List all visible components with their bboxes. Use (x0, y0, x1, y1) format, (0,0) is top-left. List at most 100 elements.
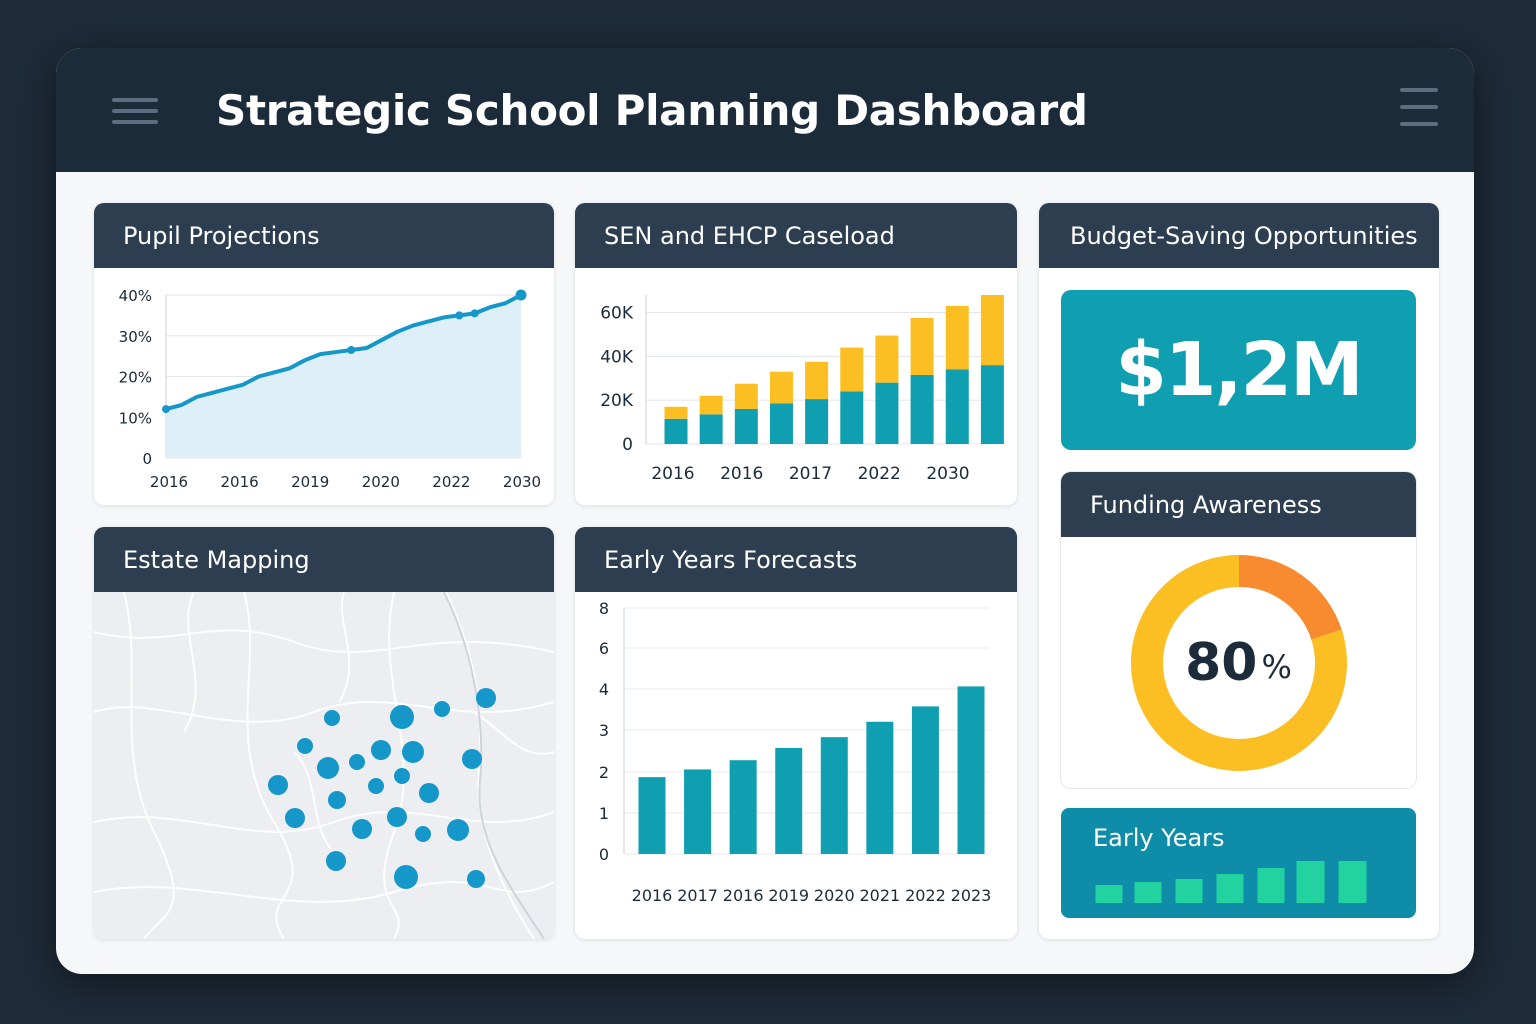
school-location-pin (434, 701, 450, 717)
school-location-pin (285, 808, 305, 828)
y-tick-label: 0 (142, 450, 152, 468)
funding-donut-area: 80 % (1061, 537, 1416, 788)
bar-segment-yellow (875, 335, 899, 383)
early-years-forecasts-title: Early Years Forecasts (575, 527, 1017, 592)
x-tick-label: 2016 (221, 473, 259, 491)
bar-segment-teal (769, 403, 793, 444)
hamburger-menu-icon[interactable] (112, 98, 158, 124)
early-years-title: Early Years (1093, 824, 1225, 852)
x-tick-label: 2017 (677, 886, 718, 905)
data-point (515, 289, 527, 301)
bar (684, 769, 712, 854)
data-point (470, 309, 479, 318)
donut-slice-orange (1238, 555, 1342, 641)
x-tick-label: 2022 (432, 473, 470, 491)
bar-segment-teal (910, 374, 934, 444)
bar-segment-yellow (805, 361, 829, 400)
budget-saving-kpi: $1,2M (1061, 290, 1416, 450)
x-tick-label: 2016 (632, 886, 673, 905)
bar-segment-yellow (910, 318, 934, 375)
bar-segment-yellow (769, 371, 793, 404)
school-location-pin (268, 775, 288, 795)
school-location-pin (476, 688, 496, 708)
bar-segment-yellow (664, 406, 688, 419)
x-tick-label: 2016 (720, 464, 763, 484)
y-tick-label: 20K (600, 391, 634, 411)
school-location-pin (402, 741, 424, 763)
y-tick-label: 8 (599, 599, 609, 618)
school-location-pin (297, 738, 313, 754)
mini-bar (1175, 879, 1203, 903)
bar-segment-teal (945, 369, 969, 444)
sen-ehcp-card: SEN and EHCP Caseload 0 20K 40K 60K 2016 2016… (575, 203, 1017, 505)
pupil-projections-card: Pupil Projections 0 10% 20% 30% 40% 2016 2016 2… (94, 203, 554, 505)
y-tick-label: 2 (599, 763, 609, 782)
y-tick-label: 0 (599, 845, 609, 864)
bar (911, 706, 939, 854)
bar-segment-teal (840, 391, 864, 444)
y-tick-label: 0 (622, 435, 633, 455)
bar (775, 747, 803, 854)
y-tick-label: 20% (119, 369, 152, 387)
school-location-pin (462, 749, 482, 769)
x-tick-label: 2022 (858, 464, 901, 484)
school-location-pin (394, 865, 418, 889)
bar-segment-teal (805, 399, 829, 444)
bar (957, 686, 985, 854)
pupil-projections-chart: 0 10% 20% 30% 40% 2016 2016 2019 2020 2022 2030 (119, 287, 541, 491)
data-point (347, 346, 356, 355)
school-location-pin (419, 783, 439, 803)
school-location-pin (328, 791, 346, 809)
early-years-card: Early Years (1061, 808, 1416, 918)
header-bar: Strategic School Planning Dashboard (56, 48, 1474, 172)
school-location-pin (317, 757, 339, 779)
budget-saving-value: $1,2M (1115, 327, 1363, 413)
bar-segment-yellow (734, 383, 758, 409)
school-location-pin (326, 851, 346, 871)
x-tick-label: 2016 (150, 473, 188, 491)
x-tick-label: 2030 (926, 464, 969, 484)
mini-bar (1338, 861, 1367, 903)
x-tick-label: 2021 (859, 886, 900, 905)
data-point (162, 405, 170, 414)
y-tick-label: 10% (119, 409, 152, 427)
y-tick-label: 3 (599, 721, 609, 740)
school-location-pin (467, 870, 485, 888)
y-tick-label: 40K (600, 347, 634, 367)
mini-bar (1296, 861, 1325, 903)
school-location-pin (390, 705, 414, 729)
x-tick-label: 2019 (291, 473, 329, 491)
x-tick-label: 2016 (723, 886, 764, 905)
y-tick-label: 6 (599, 639, 609, 658)
x-tick-label: 2017 (789, 464, 832, 484)
y-tick-label: 40% (119, 287, 152, 305)
school-location-pin (349, 754, 365, 770)
school-location-pin (324, 710, 340, 726)
data-point (455, 311, 464, 320)
bar-segment-teal (875, 382, 899, 444)
x-tick-label: 2023 (951, 886, 992, 905)
bar-segment-teal (699, 414, 723, 444)
mini-bar (1134, 882, 1162, 903)
y-tick-label: 30% (119, 328, 152, 346)
x-tick-label: 2019 (768, 886, 809, 905)
estate-map[interactable] (94, 592, 554, 939)
school-location-pin (371, 740, 391, 760)
bar-segment-teal (980, 365, 1004, 444)
bar (820, 737, 848, 854)
bar-segment-yellow (945, 305, 969, 370)
budget-saving-title: Budget-Saving Opportunities (1039, 203, 1439, 268)
estate-mapping-title: Estate Mapping (94, 527, 554, 592)
bar (729, 760, 757, 854)
estate-mapping-card: Estate Mapping (94, 527, 554, 939)
bar (638, 777, 666, 854)
mini-bar (1095, 885, 1123, 903)
bar-segment-yellow (699, 395, 723, 415)
hamburger-menu-icon[interactable] (1400, 88, 1438, 128)
x-tick-label: 2030 (503, 473, 541, 491)
y-tick-label: 4 (599, 680, 609, 699)
x-tick-label: 2020 (814, 886, 855, 905)
pupil-projections-title: Pupil Projections (94, 203, 554, 268)
bar-segment-teal (664, 418, 688, 444)
funding-awareness-title: Funding Awareness (1061, 472, 1416, 537)
